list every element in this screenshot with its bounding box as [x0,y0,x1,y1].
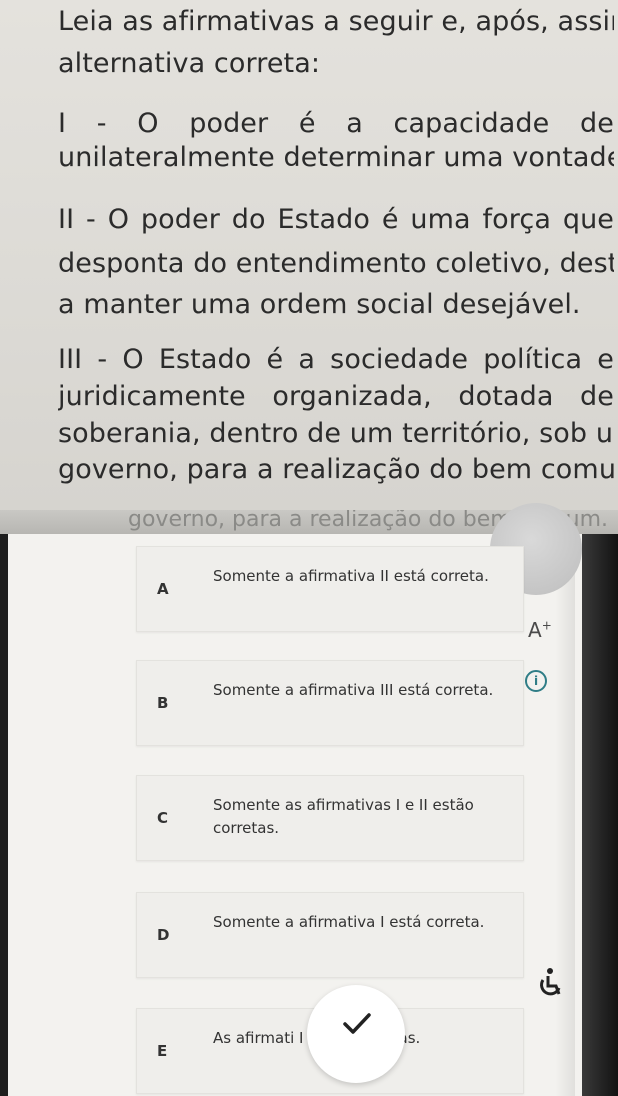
check-icon [343,1013,371,1034]
option-b[interactable]: B Somente a afirmativa III está correta. [136,660,524,746]
question-statement: Leia as afirmativas a seguir e, após, as… [0,0,618,510]
statement-iii: III - O Estado é a sociedade política e [58,344,614,375]
screen-shadow [555,534,575,1096]
statement-iii: soberania, dentro de um território, sob … [58,418,614,449]
statement-ii: a manter uma ordem social desejável. [58,289,581,320]
accessibility-icon[interactable] [533,966,567,1000]
info-icon[interactable]: i [525,670,547,692]
option-letter: C [157,809,169,827]
option-a[interactable]: A Somente a afirmativa II está correta. [136,546,524,632]
device-bezel [0,534,8,1096]
option-d[interactable]: D Somente a afirmativa I está correta. [136,892,524,978]
statement-i: I - O poder é a capacidade de [58,108,614,139]
confirm-check-button[interactable] [307,985,405,1083]
option-letter: A [157,580,169,598]
option-letter: E [157,1042,168,1060]
option-letter: D [157,926,170,944]
device-edge [582,534,618,1096]
option-text: Somente as afirmativas I e II estão corr… [213,796,474,837]
option-text: Somente a afirmativa I está correta. [213,913,485,931]
statement-iii: juridicamente organizada, dotada de [58,381,614,412]
option-text: Somente a afirmativa II está correta. [213,567,489,585]
option-letter: B [157,694,169,712]
option-text: Somente a afirmativa III está correta. [213,681,494,699]
option-c[interactable]: C Somente as afirmativas I e II estão co… [136,775,524,861]
font-size-icon[interactable]: A+ [528,618,552,642]
statement-iii: governo, para a realização do bem comum. [58,454,614,485]
question-line: Leia as afirmativas a seguir e, após, as… [58,6,614,37]
statement-i: unilateralmente determinar uma vontade. [58,142,614,173]
statement-ii: desponta do entendimento coletivo, desti… [58,248,614,279]
question-line: alternativa correta: [58,48,321,79]
statement-ii: II - O poder do Estado é uma força que [58,204,614,235]
